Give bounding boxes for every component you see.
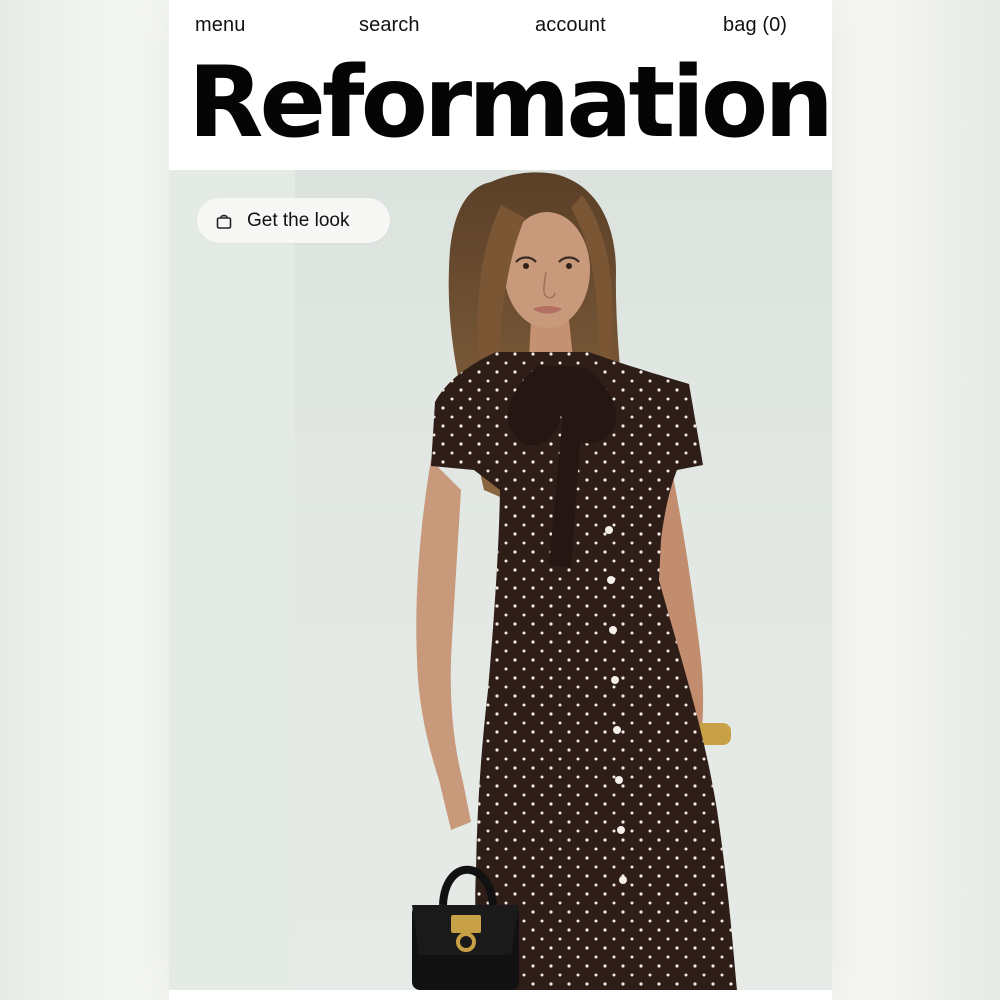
account-link[interactable]: account (535, 14, 606, 37)
hero-banner[interactable]: Get the look (169, 170, 832, 990)
app-frame: menu search account bag (0) Reformation (169, 0, 832, 1000)
menu-link[interactable]: menu (195, 14, 245, 37)
get-the-look-button[interactable]: Get the look (197, 198, 390, 243)
brand-logo[interactable]: Reformation (188, 48, 832, 158)
search-link[interactable]: search (359, 14, 420, 37)
page-bottom-strip (169, 990, 832, 1000)
top-nav: menu search account bag (0) (169, 12, 832, 46)
bag-link[interactable]: bag (0) (723, 14, 787, 37)
hero-image (412, 172, 737, 990)
get-the-look-label: Get the look (247, 209, 350, 231)
shopping-bag-icon (215, 212, 233, 230)
